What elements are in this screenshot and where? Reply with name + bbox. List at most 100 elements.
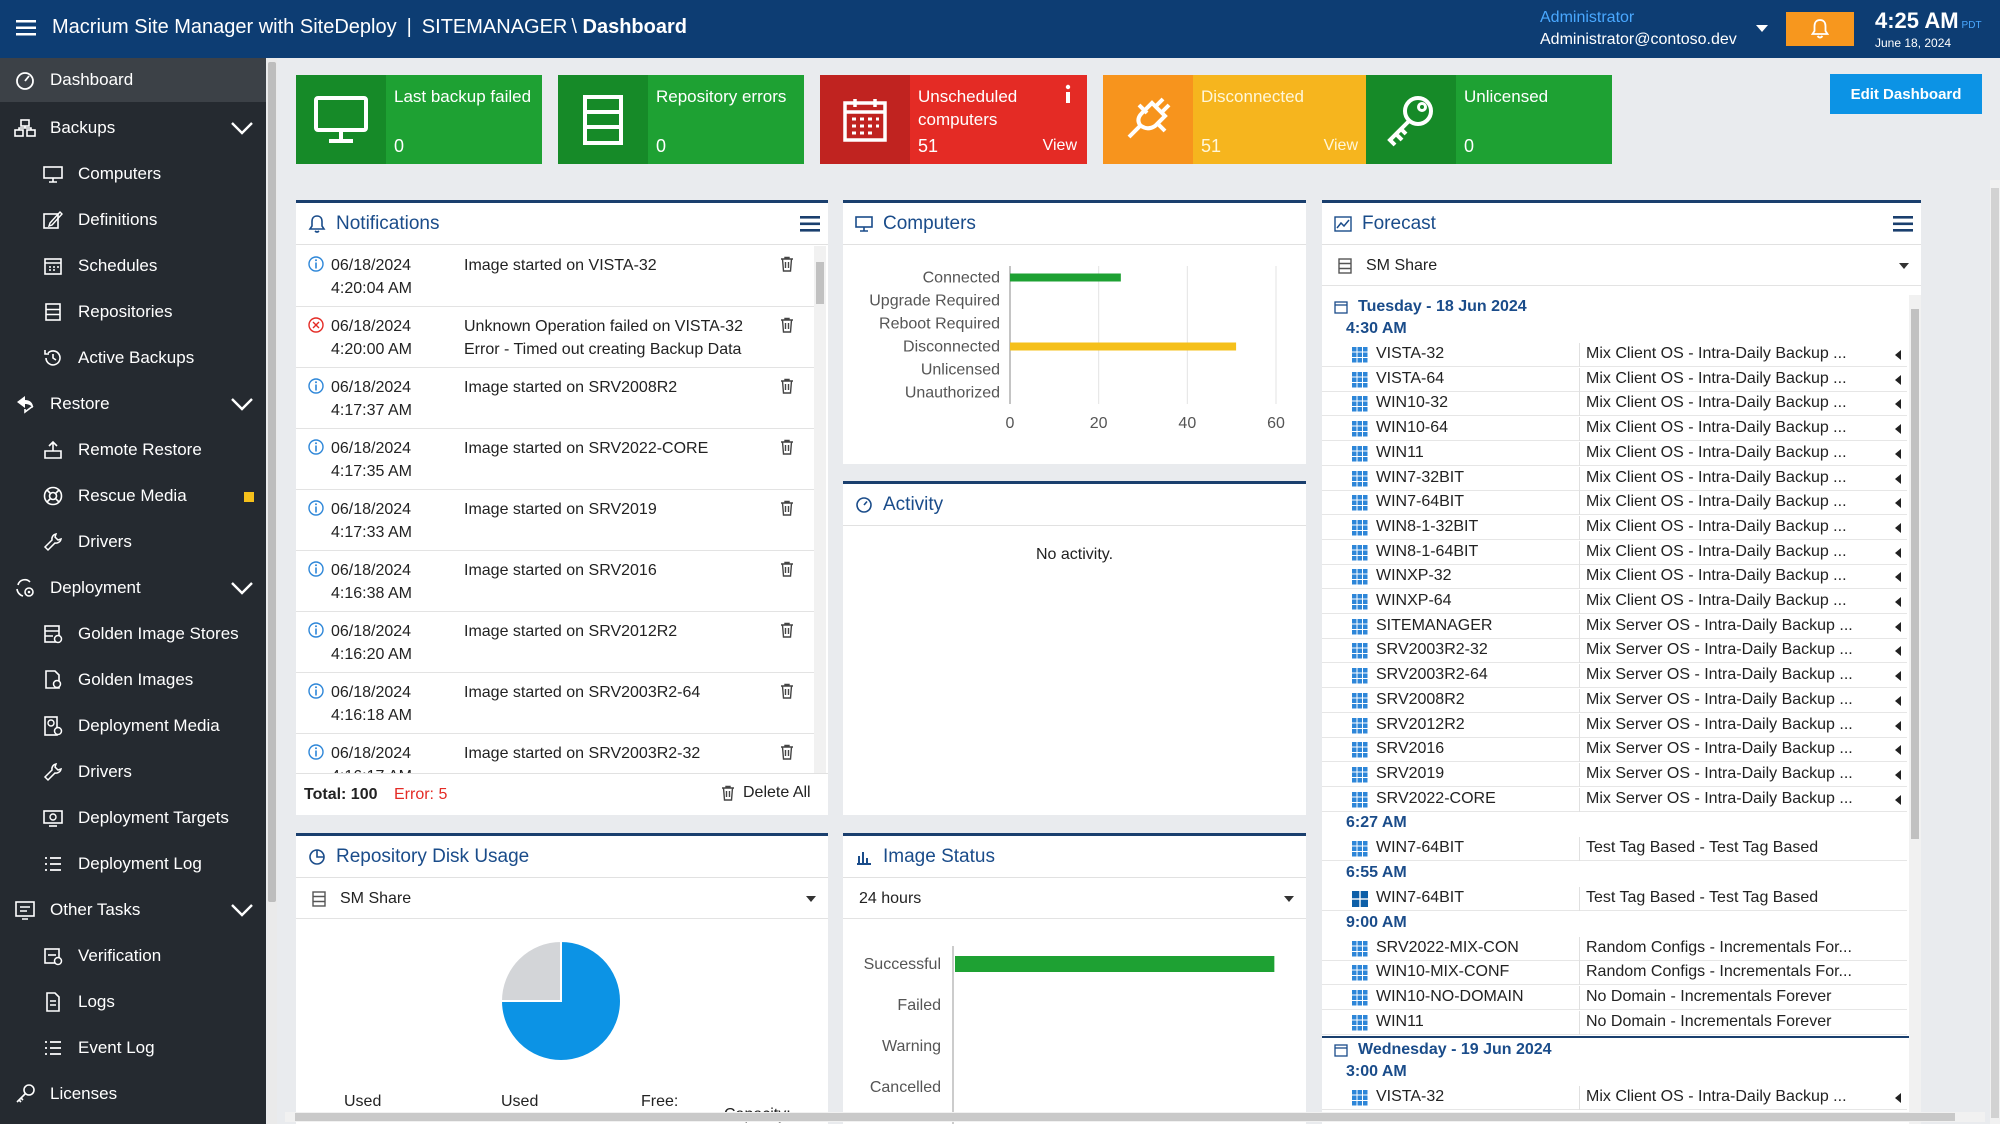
forecast-row[interactable]: WIN7-64BIT Test Tag Based - Test Tag Base… [1322,887,1907,911]
notifications-bell-button[interactable] [1786,12,1854,46]
forecast-row[interactable]: WIN8-1-64BIT Mix Client OS - Intra-Daily … [1322,540,1907,565]
sidebar-item-drivers[interactable]: Drivers [0,520,266,564]
expand-arrow-icon[interactable] [1895,671,1901,682]
expand-arrow-icon[interactable] [1895,498,1901,509]
tile-unlicensed[interactable]: Unlicensed 0 [1366,75,1612,164]
user-menu-caret-icon[interactable] [1755,22,1769,34]
edit-dashboard-button[interactable]: Edit Dashboard [1830,74,1982,114]
sidebar-item-deployment-targets[interactable]: Deployment Targets [0,796,266,840]
chevron-down-icon[interactable] [230,120,254,136]
sidebar-item-computers[interactable]: Computers [0,152,266,196]
image-status-period-select[interactable]: 24 hours [843,879,1306,919]
forecast-row[interactable]: SRV2022-MIX-CON Random Configs - Incremen… [1322,936,1907,961]
trash-icon[interactable] [780,500,794,516]
menu-icon[interactable] [1893,215,1913,233]
trash-icon[interactable] [780,744,794,760]
forecast-row[interactable]: SRV2016 Mix Server OS - Intra-Daily Backu… [1322,738,1907,763]
tile-disconnected[interactable]: Disconnected 51 View [1103,75,1368,164]
sidebar-item-verification[interactable]: Verification [0,934,266,978]
bar-successful[interactable] [955,956,1275,972]
notification-row[interactable]: 06/18/2024 4:17:37 AM Image started on SR… [296,368,814,429]
notification-row[interactable]: 06/18/2024 4:16:18 AM Image started on SR… [296,673,814,734]
menu-icon[interactable] [800,215,820,233]
trash-icon[interactable] [780,317,794,333]
page-vertical-scrollbar-thumb[interactable] [1991,188,1999,1118]
forecast-row[interactable]: WIN10-MIX-CONF Random Configs - Increment… [1322,961,1907,986]
tile-last-backup-failed[interactable]: Last backup failed 0 [296,75,542,164]
forecast-row[interactable]: SRV2019 Mix Server OS - Intra-Daily Backu… [1322,762,1907,787]
expand-arrow-icon[interactable] [1895,522,1901,533]
sidebar-item-logs[interactable]: Logs [0,980,266,1024]
notifications-scrollbar-thumb[interactable] [816,262,824,304]
forecast-row[interactable]: SRV2012R2 Mix Server OS - Intra-Daily Bac… [1322,713,1907,738]
sidebar-item-backups[interactable]: Backups [0,106,266,150]
notification-row[interactable]: 06/18/2024 4:20:04 AM Image started on VI… [296,246,814,307]
forecast-list[interactable]: Tuesday - 18 Jun 2024 4:30 AM VISTA-32 Mix … [1322,295,1909,1124]
forecast-row[interactable]: WIN7-64BIT Test Tag Based - Test Tag Base… [1322,837,1907,862]
chevron-down-icon[interactable] [230,580,254,596]
forecast-scrollbar[interactable] [1909,295,1921,1124]
expand-arrow-icon[interactable] [1895,350,1901,360]
tile-repository-errors[interactable]: Repository errors 0 [558,75,804,164]
expand-arrow-icon[interactable] [1895,621,1901,632]
hamburger-menu-icon[interactable] [16,18,36,38]
notification-row[interactable]: 06/18/2024 4:17:33 AM Image started on SR… [296,490,814,551]
chevron-down-icon[interactable] [230,902,254,918]
sidebar-item-golden-image-stores[interactable]: Golden Image Stores [0,612,266,656]
sidebar-item-golden-images[interactable]: Golden Images [0,658,266,702]
expand-arrow-icon[interactable] [1895,745,1901,756]
computers-chart[interactable]: 0 20 40 60 Connected Upgrade Required Reboot R… [843,246,1306,464]
repository-share-select[interactable]: SM Share [296,879,828,919]
trash-icon[interactable] [780,256,794,272]
expand-arrow-icon[interactable] [1895,424,1901,435]
page-horizontal-scrollbar[interactable] [285,1112,1985,1122]
forecast-row[interactable]: WIN11 No Domain - Incrementals Forever [1322,1010,1907,1035]
tile-view-link[interactable]: View [1324,134,1358,157]
tile-unscheduled-computers[interactable]: Unscheduled computers 51 View [820,75,1087,164]
expand-arrow-icon[interactable] [1895,399,1901,410]
notifications-scrollbar[interactable] [814,246,826,773]
repository-pie-chart[interactable] [496,936,626,1066]
sidebar-scrollbar[interactable] [267,58,277,1124]
expand-arrow-icon[interactable] [1895,572,1901,583]
bar-disconnected[interactable] [1010,342,1237,351]
expand-arrow-icon[interactable] [1895,448,1901,459]
pie-slice-free[interactable] [499,939,562,1002]
sidebar-item-licenses[interactable]: Licenses [0,1072,266,1116]
forecast-row[interactable]: SRV2022-CORE Mix Server OS - Intra-Daily … [1322,787,1907,812]
sidebar-item-active-backups[interactable]: Active Backups [0,336,266,380]
info-icon[interactable] [1061,83,1075,105]
sidebar-item-schedules[interactable]: Schedules [0,244,266,288]
notification-row[interactable]: 06/18/2024 4:16:17 AM Image started on SR… [296,734,814,773]
sidebar-item-deployment-drivers[interactable]: Drivers [0,750,266,794]
trash-icon[interactable] [780,439,794,455]
forecast-row[interactable]: SITEMANAGER Mix Server OS - Intra-Daily B… [1322,614,1907,639]
sidebar-item-repositories[interactable]: Repositories [0,290,266,334]
forecast-row[interactable]: WIN7-32BIT Mix Client OS - Intra-Daily Ba… [1322,466,1907,491]
bar-connected[interactable] [1010,273,1121,282]
expand-arrow-icon[interactable] [1895,473,1901,484]
expand-arrow-icon[interactable] [1895,374,1901,385]
trash-icon[interactable] [780,561,794,577]
trash-icon[interactable] [780,683,794,699]
page-vertical-scrollbar[interactable] [1990,180,2000,1124]
forecast-scrollbar-thumb[interactable] [1911,309,1919,839]
sidebar-item-deployment-media[interactable]: Deployment Media [0,704,266,748]
sidebar-item-deployment-log[interactable]: Deployment Log [0,842,266,886]
chevron-down-icon[interactable] [230,396,254,412]
image-status-chart[interactable]: Successful Failed Warning Cancelled [843,936,1306,1124]
expand-arrow-icon[interactable] [1895,720,1901,731]
forecast-row[interactable]: WINXP-64 Mix Client OS - Intra-Daily Back… [1322,590,1907,614]
expand-arrow-icon[interactable] [1895,695,1901,706]
trash-icon[interactable] [780,622,794,638]
sidebar-item-definitions[interactable]: Definitions [0,198,266,242]
sidebar-item-event-log[interactable]: Event Log [0,1026,266,1070]
forecast-row[interactable]: WIN7-64BIT Mix Client OS - Intra-Daily Ba… [1322,491,1907,516]
sidebar-item-rescue-media[interactable]: Rescue Media [0,474,266,518]
user-info[interactable]: Administrator Administrator@contoso.dev [1540,7,1737,51]
forecast-row[interactable]: WIN11 Mix Client OS - Intra-Daily Backup … [1322,441,1907,466]
expand-arrow-icon[interactable] [1895,794,1901,805]
forecast-row[interactable]: WINXP-32 Mix Client OS - Intra-Daily Back… [1322,565,1907,590]
forecast-row[interactable]: VISTA-32 Mix Client OS - Intra-Daily Back… [1322,1085,1907,1110]
expand-arrow-icon[interactable] [1895,547,1901,558]
